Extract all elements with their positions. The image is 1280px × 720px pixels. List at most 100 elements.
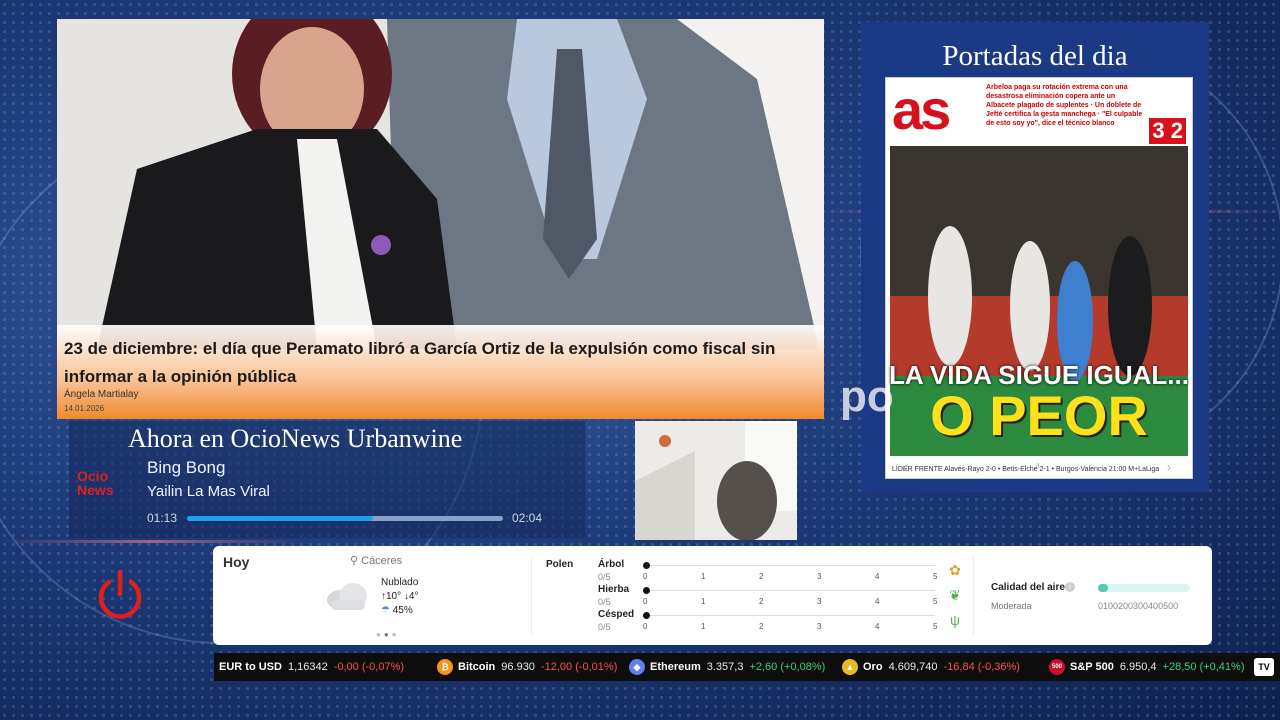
news-story-card[interactable]: 23 de diciembre: el día que Peramato lib… [57, 19, 824, 419]
weather-condition: Nublado [381, 577, 419, 588]
scale-tick: 4 [875, 622, 880, 631]
scale-tick: 1 [701, 572, 706, 581]
ticker-item[interactable]: ▲ Oro 4.609,740 -16,84 (-0,36%) [842, 653, 1020, 681]
scale-tick: 5 [933, 597, 938, 606]
air-quality-fill [1098, 584, 1108, 592]
pollen-name: Césped [598, 609, 635, 620]
market-ticker: EUR to USD 1,16342 -0,00 (-0,07%) ₿ Bitcoin 9… [214, 653, 1280, 681]
front-pages-title: Portadas del dia [942, 40, 1128, 72]
scale-tick: 4 [875, 597, 880, 606]
news-headline[interactable]: 23 de diciembre: el día que Peramato lib… [64, 335, 804, 391]
newspaper-logo: as [892, 78, 951, 141]
s-p-500-icon: 500 [1049, 659, 1065, 676]
ticker-item[interactable]: ₿ Bitcoin 96.930 -12,00 (-0,01%) [437, 653, 617, 681]
cover-summary: Arbeloa paga su rotación extrema con una… [986, 84, 1143, 127]
overlay-ghost-text: po [840, 372, 894, 421]
scale-tick: 5 [933, 572, 938, 581]
newspaper-cover[interactable]: as Arbeloa paga su rotación extrema con … [885, 77, 1193, 479]
logo-line2: News [77, 482, 114, 498]
front-pages-panel: Portadas del dia as Arbeloa paga su rota… [861, 22, 1209, 492]
pollen-level-dot [643, 612, 650, 619]
cover-nav: ‹ ॥ › [885, 460, 1191, 476]
pollen-level-dot [643, 562, 650, 569]
pollen-value: 0/5 [598, 572, 611, 582]
progress-bar[interactable] [187, 516, 503, 521]
total-time: 02:04 [512, 511, 543, 525]
pollen-label: Polen [546, 559, 574, 570]
pause-icon[interactable]: ॥ [1035, 460, 1040, 471]
tree-icon: ✿ [949, 562, 961, 578]
song-artist: Yailin La Mas Viral [147, 483, 270, 500]
weather-widget: Hoy ⚲ Cáceres Nublado ↑10° ↓4° ☂ 45% ●●●… [213, 546, 1212, 645]
ticker-change: -12,00 (-0,01%) [540, 661, 618, 673]
air-quality-status: Moderada [991, 601, 1032, 611]
cover-score: 3 2 [1149, 118, 1186, 144]
ticker-price: 96.930 [501, 661, 535, 673]
ticker-name: Oro [863, 661, 883, 673]
umbrella-icon: ☂ [381, 605, 390, 616]
scale-tick: 0 [643, 597, 648, 606]
air-quality-label: Calidad del aire [991, 582, 1065, 593]
now-playing-heading: Ahora en OcioNews Urbanwine [128, 424, 463, 453]
ticker-name: EUR to USD [219, 661, 282, 673]
light-streak [0, 540, 300, 543]
location-pin-icon: ⚲ [350, 555, 362, 567]
divider [531, 556, 532, 636]
temp-high: 10° [386, 591, 402, 602]
pollen-row-1: Hierba 0/5 0 1 2 3 4 5 [598, 584, 938, 610]
ticker-name: S&P 500 [1070, 661, 1114, 673]
scale-tick: 2 [759, 622, 764, 631]
now-playing-panel: Ahora en OcioNews Urbanwine Ocio News Bi… [69, 421, 585, 538]
carousel-dots[interactable]: ●●● [376, 630, 400, 639]
pollen-name: Árbol [598, 559, 625, 570]
ticker-price: 3.357,3 [706, 661, 744, 673]
ocionews-logo: Ocio News [77, 469, 114, 497]
ticker-change: -16,84 (-0,36%) [943, 661, 1020, 673]
ticker-price: 6.950,4 [1119, 661, 1157, 673]
elapsed-time: 01:13 [147, 511, 178, 525]
cloud-icon [327, 583, 367, 610]
air-quality-scale: 0100200300400500 [1098, 601, 1179, 611]
pollen-row-0: Árbol 0/5 0 1 2 3 4 5 [598, 559, 938, 585]
pollen-row-2: Césped 0/5 0 1 2 3 4 5 [598, 609, 938, 635]
divider [973, 556, 974, 636]
ticker-price: 4.609,740 [888, 661, 938, 673]
pollen-level-dot [643, 587, 650, 594]
pollen-value: 0/5 [598, 622, 611, 632]
news-author: Ángela Martialay [64, 389, 139, 400]
scale-tick: 1 [701, 622, 706, 631]
weather-temps: ↑10° ↓4° [381, 591, 418, 602]
info-icon[interactable]: i [1065, 582, 1075, 592]
progress-fill [187, 516, 374, 521]
bitcoin-icon: ₿ [437, 659, 453, 676]
pollen-scale-line [650, 590, 935, 591]
ticker-item[interactable]: ◆ Ethereum 3.357,3 +2,60 (+0,08%) [629, 653, 825, 681]
news-date: 14.01.2026 [64, 404, 105, 413]
herb-icon: ❦ [949, 587, 961, 603]
cover-headline-line2: O PEOR [930, 384, 1148, 447]
ethereum-icon: ◆ [629, 659, 645, 676]
temp-low: 4° [408, 591, 419, 602]
scale-tick: 3 [817, 622, 822, 631]
pollen-scale-line [650, 565, 935, 566]
logo-line1: Ocio [77, 468, 109, 484]
live-video-thumbnail[interactable] [635, 421, 797, 540]
pollen-name: Hierba [598, 584, 630, 595]
scale-tick: 4 [875, 572, 880, 581]
ticker-item[interactable]: 500 S&P 500 6.950,4 +28,50 (+0,41%) [1049, 653, 1244, 681]
ticker-change: +28,50 (+0,41%) [1162, 661, 1245, 673]
tradingview-logo[interactable]: TV [1254, 658, 1274, 676]
scale-tick: 3 [817, 572, 822, 581]
next-cover-icon[interactable]: › [1167, 460, 1171, 474]
ticker-name: Bitcoin [458, 661, 496, 673]
rain-chance: ☂ 45% [381, 605, 413, 616]
ticker-item[interactable]: EUR to USD 1,16342 -0,00 (-0,07%) [219, 653, 404, 681]
scale-tick: 3 [817, 597, 822, 606]
scale-tick: 5 [933, 622, 938, 631]
ticker-name: Ethereum [650, 661, 701, 673]
grass-icon: ψ [950, 612, 960, 628]
scale-tick: 0 [643, 622, 648, 631]
ticker-price: 1,16342 [287, 661, 328, 673]
power-icon[interactable] [95, 570, 145, 620]
prev-cover-icon[interactable]: ‹ [903, 460, 907, 474]
